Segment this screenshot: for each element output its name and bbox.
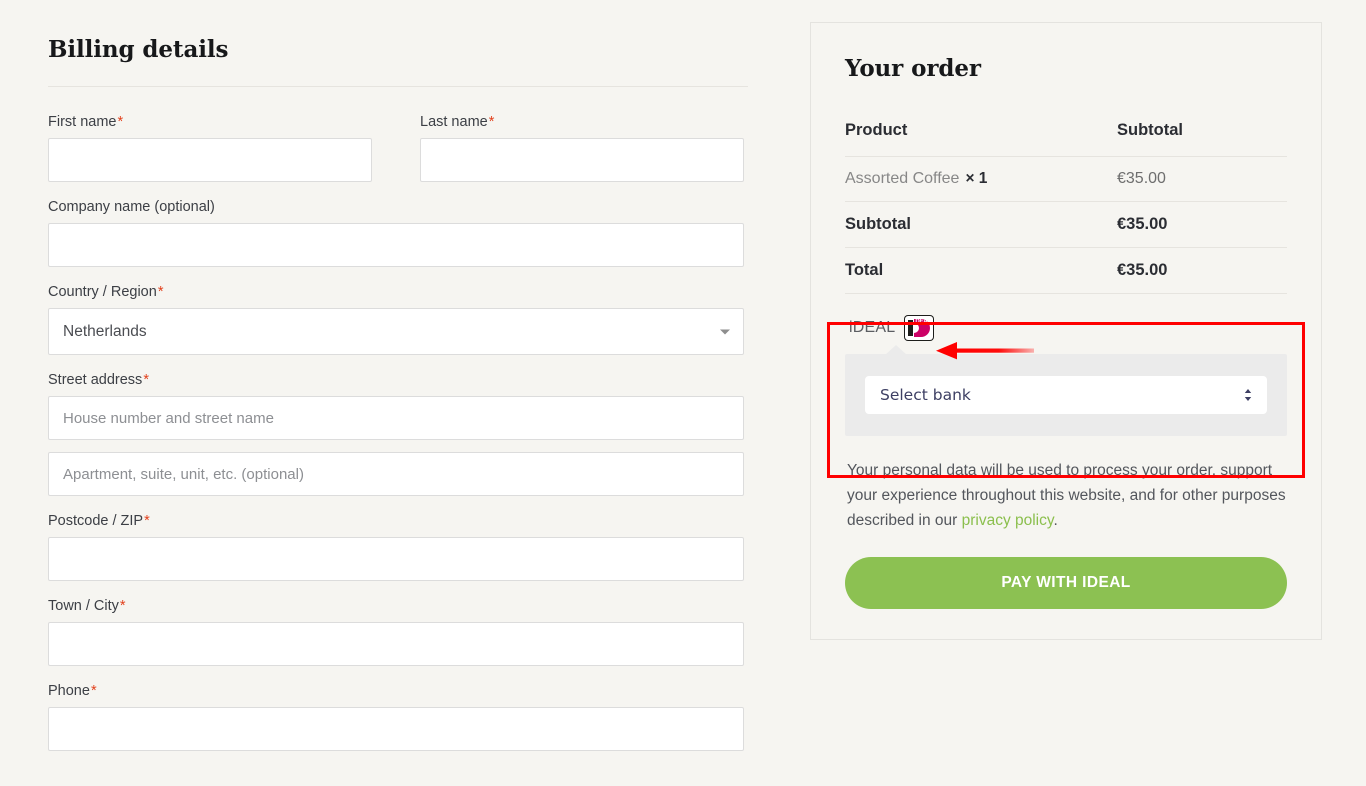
chevron-down-icon — [720, 329, 730, 334]
ideal-payment-box: Select bank — [845, 345, 1287, 436]
bank-select-value: Select bank — [880, 386, 971, 404]
company-name-input[interactable] — [48, 223, 744, 267]
street-address-label: Street address* — [48, 372, 149, 388]
phone-label: Phone* — [48, 683, 97, 699]
payment-box-notch — [885, 345, 907, 355]
required-asterisk: * — [144, 513, 150, 529]
billing-details-section: Billing details First name* Last name* C… — [48, 0, 748, 767]
payment-methods-section: iDEAL DEAL Select bank Your personal dat… — [845, 294, 1287, 609]
postcode-label: Postcode / ZIP* — [48, 513, 150, 529]
required-asterisk: * — [157, 284, 164, 300]
billing-form: First name* Last name* Company name (opt… — [48, 87, 748, 751]
first-name-field: First name* — [48, 113, 372, 182]
town-city-input[interactable] — [48, 622, 744, 666]
checkout-page: Billing details First name* Last name* C… — [0, 0, 1366, 786]
privacy-policy-text: Your personal data will be used to proce… — [847, 458, 1287, 533]
phone-field: Phone* — [48, 682, 744, 751]
order-item-quantity: × 1 — [965, 170, 988, 187]
country-region-selected-value: Netherlands — [63, 322, 147, 340]
required-asterisk: * — [143, 372, 149, 388]
order-table-head: Product Subtotal — [845, 108, 1287, 157]
apartment-field — [48, 452, 744, 496]
order-subtotal-amount: €35.00 — [1117, 215, 1168, 233]
required-asterisk: * — [119, 598, 126, 614]
last-name-label: Last name* — [420, 114, 495, 130]
table-row: Assorted Coffee × 1 €35.00 — [845, 156, 1287, 202]
order-total-amount: €35.00 — [1117, 261, 1168, 279]
privacy-text-before: Your personal data will be used to proce… — [847, 462, 1286, 529]
order-table-body: Assorted Coffee × 1 €35.00 Subtotal €35.0… — [845, 156, 1287, 294]
order-total-label: Total — [845, 261, 884, 279]
pay-with-ideal-button[interactable]: PAY WITH IDEAL — [845, 557, 1287, 609]
name-field-row: First name* Last name* — [48, 113, 748, 198]
company-name-label: Company name (optional) — [48, 199, 215, 215]
billing-details-title: Billing details — [48, 0, 748, 87]
last-name-input[interactable] — [420, 138, 744, 182]
product-column-header: Product — [845, 121, 908, 139]
street-address-line1-input[interactable] — [48, 396, 744, 440]
privacy-text-after: . — [1053, 512, 1058, 529]
first-name-input[interactable] — [48, 138, 372, 182]
postcode-field: Postcode / ZIP* — [48, 512, 744, 581]
order-item-name: Assorted Coffee — [845, 170, 960, 187]
table-row: Total €35.00 — [845, 247, 1287, 294]
order-table-header-row: Product Subtotal — [845, 108, 1287, 157]
subtotal-column-header: Subtotal — [1117, 121, 1183, 139]
ideal-logo-i-dot — [908, 319, 914, 324]
order-item-amount: €35.00 — [1117, 170, 1166, 187]
chevron-up-down-icon — [1242, 387, 1254, 403]
order-item-name-cell: Assorted Coffee × 1 — [845, 157, 1115, 202]
phone-input[interactable] — [48, 707, 744, 751]
ideal-logo-icon: DEAL — [905, 316, 934, 340]
country-region-label: Country / Region* — [48, 284, 164, 300]
order-summary-section: Your order Product Subtotal Assorted Cof… — [810, 22, 1322, 640]
town-city-label: Town / City* — [48, 598, 126, 614]
order-subtotal-label: Subtotal — [845, 215, 911, 233]
order-summary-panel: Your order Product Subtotal Assorted Cof… — [810, 22, 1322, 640]
payment-method-ideal[interactable]: iDEAL DEAL — [845, 310, 1287, 344]
table-row: Subtotal €35.00 — [845, 201, 1287, 248]
company-name-field: Company name (optional) — [48, 198, 744, 267]
postcode-input[interactable] — [48, 537, 744, 581]
required-asterisk: * — [488, 114, 495, 130]
payment-method-label: iDEAL — [849, 319, 896, 336]
country-region-select[interactable]: Netherlands — [48, 308, 744, 355]
privacy-policy-link[interactable]: privacy policy — [962, 512, 1054, 529]
required-asterisk: * — [90, 683, 97, 699]
street-address-line2-input[interactable] — [48, 452, 744, 496]
street-address-field: Street address* — [48, 371, 744, 440]
bank-select-dropdown[interactable]: Select bank — [865, 376, 1267, 414]
order-summary-table: Product Subtotal Assorted Coffee × 1 €35.… — [845, 108, 1287, 293]
last-name-field: Last name* — [420, 113, 744, 182]
country-region-field: Country / Region* Netherlands — [48, 283, 744, 355]
ideal-logo-i-stem — [908, 325, 914, 336]
your-order-title: Your order — [845, 55, 981, 82]
first-name-label: First name* — [48, 114, 124, 130]
town-city-field: Town / City* — [48, 597, 744, 666]
required-asterisk: * — [117, 114, 124, 130]
ideal-logo-deal-text: DEAL — [915, 319, 931, 325]
